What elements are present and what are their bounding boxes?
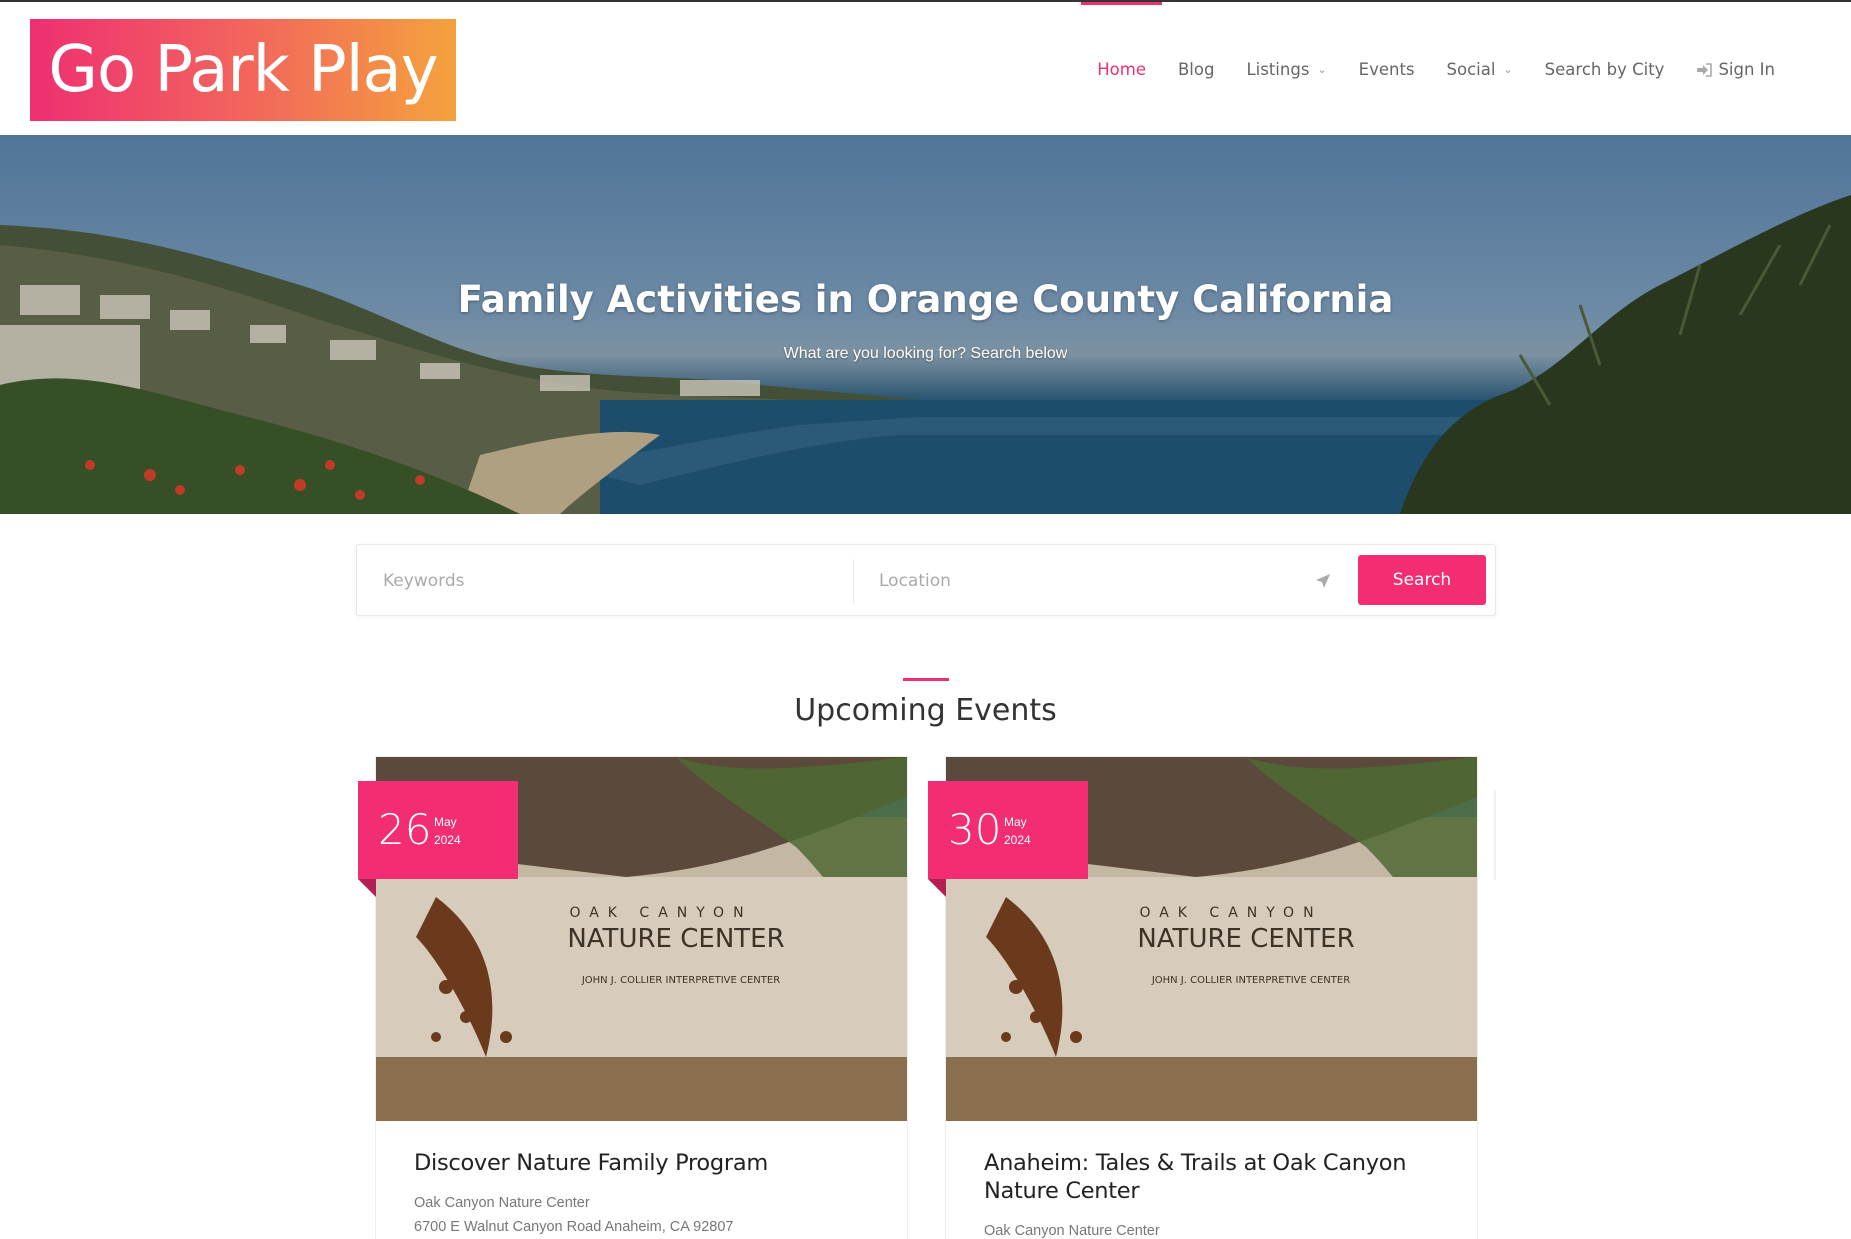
svg-text:OAK CANYON: OAK CANYON — [569, 905, 752, 921]
chevron-down-icon: ⌄ — [1317, 63, 1327, 76]
sign-in-label: Sign In — [1718, 60, 1775, 79]
event-year: 2024 — [1004, 833, 1031, 847]
event-card[interactable]: OAK CANYON NATURE CENTER JOHN J. COLLIER… — [358, 756, 908, 1239]
search-button[interactable]: Search — [1358, 555, 1486, 605]
event-venue: Oak Canyon Nature Center — [984, 1223, 1160, 1239]
event-card-body: Discover Nature Family Program Oak Canyo… — [414, 1149, 887, 1235]
event-card[interactable]: OAK CANYON NATURE CENTER JOHN J. COLLIER… — [928, 756, 1478, 1239]
nav-item-social[interactable]: Social ⌄ — [1431, 2, 1529, 137]
hero-banner: Family Activities in Orange County Calif… — [0, 135, 1851, 514]
keywords-input[interactable] — [383, 555, 843, 607]
event-title[interactable]: Anaheim: Tales & Trails at Oak Canyon Na… — [984, 1149, 1457, 1205]
event-date-badge: 26 May 2024 — [358, 781, 518, 897]
site-logo[interactable]: Go Park Play — [30, 19, 456, 121]
chevron-down-icon: ⌄ — [1503, 63, 1513, 76]
location-arrow-icon[interactable] — [1314, 572, 1332, 590]
hero-subtitle: What are you looking for? Search below — [783, 345, 1068, 362]
hero-overlay — [0, 135, 1851, 514]
event-day: 30 — [948, 805, 1002, 854]
nav-item-listings[interactable]: Listings ⌄ — [1230, 2, 1342, 137]
nav-label: Blog — [1177, 60, 1215, 79]
nav-label: Social — [1446, 60, 1496, 79]
search-divider — [853, 559, 854, 603]
event-card-body: Anaheim: Tales & Trails at Oak Canyon Na… — [984, 1149, 1457, 1239]
event-title[interactable]: Discover Nature Family Program — [414, 1149, 887, 1177]
nav-item-blog[interactable]: Blog — [1162, 2, 1230, 137]
main-nav: Home Blog Listings ⌄ Events Social ⌄ Sea… — [1081, 2, 1791, 137]
sign-in-link[interactable]: Sign In — [1680, 2, 1791, 137]
section-title: Upcoming Events — [794, 693, 1057, 728]
svg-text:OAK CANYON: OAK CANYON — [1139, 905, 1322, 921]
nav-label: Search by City — [1544, 60, 1665, 79]
section-accent-bar — [903, 678, 949, 681]
nav-label: Home — [1097, 60, 1146, 79]
nav-label: Events — [1358, 60, 1415, 79]
event-year: 2024 — [434, 833, 461, 847]
event-day: 26 — [378, 805, 432, 854]
hero-title: Family Activities in Orange County Calif… — [457, 278, 1394, 321]
event-date-badge: 30 May 2024 — [928, 781, 1088, 897]
nav-item-events[interactable]: Events — [1343, 2, 1431, 137]
logo-text: Go Park Play — [48, 33, 438, 107]
nav-label: Listings — [1246, 60, 1310, 79]
site-header: Go Park Play Home Blog Listings ⌄ Events… — [0, 0, 1851, 135]
event-month: May — [434, 815, 457, 829]
next-card-edge — [1494, 790, 1496, 880]
svg-text:NATURE CENTER: NATURE CENTER — [567, 924, 784, 954]
svg-text:JOHN J. COLLIER INTERPRETIVE C: JOHN J. COLLIER INTERPRETIVE CENTER — [581, 975, 780, 986]
event-month: May — [1004, 815, 1027, 829]
event-venue: Oak Canyon Nature Center — [414, 1195, 590, 1211]
event-address: 6700 E Walnut Canyon Road Anaheim, CA 92… — [414, 1219, 734, 1235]
search-bar: Search — [356, 544, 1496, 616]
location-input[interactable] — [879, 555, 1299, 607]
sign-in-icon — [1697, 62, 1713, 77]
svg-text:NATURE CENTER: NATURE CENTER — [1137, 924, 1354, 954]
nav-item-search-by-city[interactable]: Search by City — [1529, 2, 1681, 137]
svg-text:JOHN J. COLLIER INTERPRETIVE C: JOHN J. COLLIER INTERPRETIVE CENTER — [1151, 975, 1350, 986]
nav-item-home[interactable]: Home — [1081, 2, 1162, 137]
